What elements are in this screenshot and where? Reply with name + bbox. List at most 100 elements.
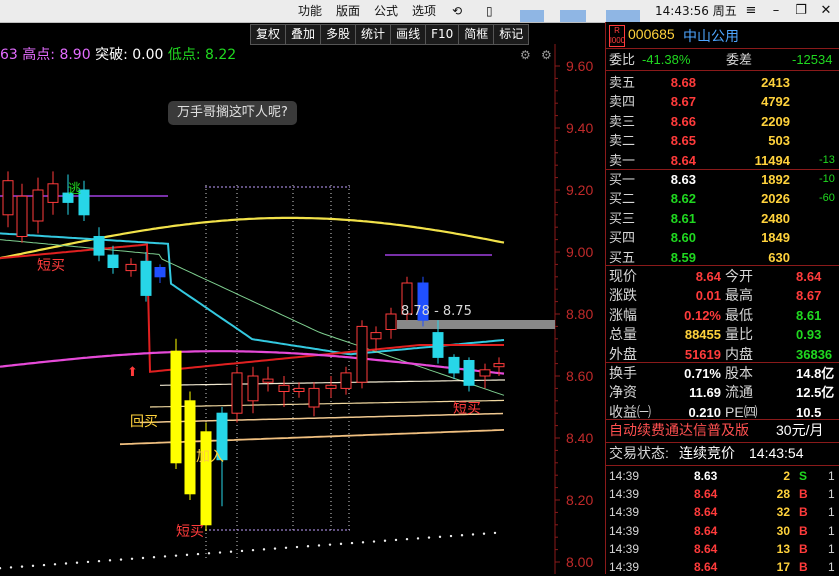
asks-row[interactable]: 卖二 8.65 503 xyxy=(606,131,839,150)
bids-row[interactable]: 买二 8.62 2026 -60 xyxy=(606,189,839,208)
minimize-icon[interactable]: – xyxy=(763,0,789,22)
toolbar-button-7[interactable]: 标记 xyxy=(494,24,530,45)
asks-row[interactable]: 卖五 8.68 2413 xyxy=(606,73,839,92)
trend-dot xyxy=(108,559,112,562)
trend-dot xyxy=(262,548,266,551)
asks-row[interactable]: 卖四 8.67 4792 xyxy=(606,92,839,111)
trend-dot xyxy=(482,532,486,535)
stats-row: 现价 8.64 今开 8.64 xyxy=(606,267,839,286)
tick-side: B xyxy=(799,541,808,556)
asks-volume: 2209 xyxy=(761,113,790,129)
promo-banner[interactable]: 自动续费通达信普及版 30元/月 xyxy=(606,420,839,441)
settings-icon[interactable]: ⚙ xyxy=(520,48,531,62)
stats-value-2: 8.67 xyxy=(796,288,822,304)
chart-indicator-line: 63 高点: 8.90 突破: 0.00 低点: 8.22 xyxy=(0,45,236,65)
short-buy-marker-3: 短买 xyxy=(453,401,481,417)
toolbar-button-1[interactable]: 叠加 xyxy=(286,24,322,45)
trend-dot xyxy=(361,541,365,544)
tick-price: 8.63 xyxy=(694,469,718,483)
candle-body xyxy=(356,325,368,383)
banner-text: 自动续费通达信普及版 xyxy=(609,422,749,438)
trend-dot xyxy=(295,545,299,549)
candle-body xyxy=(154,267,166,278)
stock-code[interactable]: 000685 xyxy=(628,26,675,42)
margin-badge-icon: Rl000 xyxy=(609,25,626,47)
trend-dot xyxy=(306,545,310,548)
maximize-icon[interactable]: ❐ xyxy=(788,0,814,22)
stats-value-1: 51619 xyxy=(684,346,721,362)
stats2-value-1: 11.69 xyxy=(689,385,721,401)
stats-label-1: 外盘 xyxy=(609,345,637,362)
candle-body xyxy=(325,384,337,389)
chart-option-icon[interactable]: ⚙ xyxy=(541,48,552,62)
asks-row[interactable]: 卖三 8.66 2209 xyxy=(606,112,839,131)
bids-row[interactable]: 买五 8.59 630 xyxy=(606,248,839,267)
bids-price: 8.61 xyxy=(670,210,696,226)
stats-value-1: 8.64 xyxy=(695,269,721,284)
candle-body xyxy=(308,387,320,408)
close-icon[interactable]: ✕ xyxy=(813,0,839,22)
stats2-value-2: 12.5亿 xyxy=(796,385,835,401)
y-tick-label: 8.40 xyxy=(566,430,593,446)
asks-volume: 2413 xyxy=(761,75,790,90)
tick-price: 8.64 xyxy=(694,487,718,502)
bids-label: 买二 xyxy=(609,191,636,207)
bids-row[interactable]: 买一 8.63 1892 -10 xyxy=(606,170,839,189)
quote-header: Rl000 000685 中山公用 xyxy=(606,22,839,49)
bids-change: -60 xyxy=(819,192,835,205)
weibi-label: 委比 xyxy=(609,52,636,67)
tick-count: 1 xyxy=(828,505,835,520)
trend-dot xyxy=(449,534,453,538)
asks-row[interactable]: 卖一 8.64 11494 -13 xyxy=(606,151,839,170)
asks-volume: 4792 xyxy=(761,94,790,110)
bids-price: 8.63 xyxy=(670,172,696,187)
chart-toolbar: 复权 叠加 多股 统计 画线 F10 简框 标记 xyxy=(250,24,530,45)
candle-body xyxy=(47,183,59,203)
tick-count: 1 xyxy=(828,523,835,538)
candle-body xyxy=(32,189,44,222)
stats2-value-1: 0.71% xyxy=(684,366,721,381)
y-tick-label: 8.60 xyxy=(566,368,593,384)
menu-icon[interactable]: ≡ xyxy=(738,0,764,22)
asks-price: 8.66 xyxy=(670,113,696,129)
bids-row[interactable]: 买四 8.60 1849 xyxy=(606,228,839,247)
candle-body xyxy=(16,195,28,237)
candlestick-chart[interactable]: 9.60 9.40 9.20 9.00 8.80 8.60 8.40 8.20 8.00 xyxy=(0,0,605,574)
stats2-row: 净资 11.69 流通 12.5亿 xyxy=(606,383,839,402)
tick-time: 14:39 xyxy=(609,523,640,538)
trend-dot xyxy=(97,559,101,563)
y-tick-label: 8.80 xyxy=(566,306,593,322)
toolbar-button-2[interactable]: 多股 xyxy=(321,24,357,45)
bids-change: -10 xyxy=(819,173,835,185)
toolbar-button-6[interactable]: 简框 xyxy=(459,24,495,45)
stock-name[interactable]: 中山公用 xyxy=(683,26,739,46)
trend-dot xyxy=(75,561,79,564)
toolbar-button-4[interactable]: 画线 xyxy=(391,24,427,45)
breakout-label: 突破: xyxy=(95,47,128,63)
trend-dot xyxy=(317,544,321,547)
trend-dot xyxy=(174,554,178,557)
tick-volume: 17 xyxy=(776,560,790,574)
candle-body xyxy=(463,360,475,386)
weibi-value: -41.38% xyxy=(642,52,691,67)
toolbar-button-3[interactable]: 统计 xyxy=(356,24,392,45)
high-value: 8.90 xyxy=(59,47,91,63)
asks-volume: 11494 xyxy=(754,152,790,168)
trend-dot xyxy=(251,548,255,552)
low-value: 8.22 xyxy=(205,47,237,63)
bids-volume: 1892 xyxy=(761,172,790,187)
tick-price: 8.64 xyxy=(694,541,718,556)
stats-label-1: 涨跌 xyxy=(609,287,637,304)
y-tick-label: 8.00 xyxy=(566,554,593,570)
trend-dot xyxy=(86,560,90,564)
bids-price: 8.59 xyxy=(670,249,696,265)
bids-row[interactable]: 买三 8.61 2480 xyxy=(606,209,839,228)
clock-time: 14:43:56 xyxy=(655,4,709,18)
trend-dot xyxy=(493,531,497,535)
bids-volume: 1849 xyxy=(761,230,790,246)
toolbar-button-0[interactable]: 复权 xyxy=(250,24,287,45)
tick-volume: 30 xyxy=(776,523,790,538)
trend-dot xyxy=(350,541,354,545)
asks-label: 卖五 xyxy=(609,75,636,90)
toolbar-button-5[interactable]: F10 xyxy=(426,24,460,45)
